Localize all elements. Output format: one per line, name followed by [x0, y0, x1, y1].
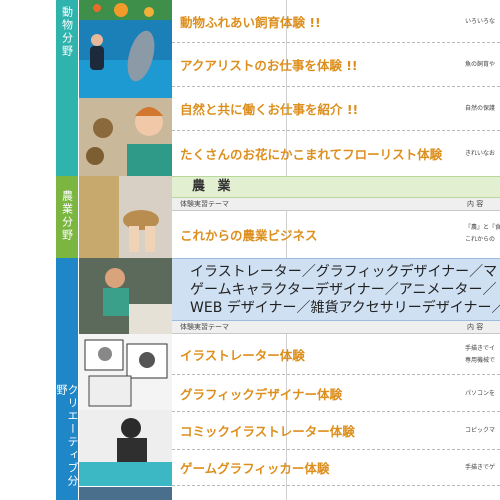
column-header-theme: 体験実習テーマ: [180, 200, 229, 208]
category-bar-creative: クリエーティブ分野: [55, 258, 79, 500]
experience-content: 自然の保護: [465, 105, 496, 112]
experience-content: 『農』と『食: [465, 224, 500, 231]
table-row: グラフィックデザイナー体験 パソコンを: [172, 375, 500, 412]
table-row: 自然と共に働くお仕事を紹介 !! 自然の保護: [172, 87, 500, 131]
experience-content: 手描きでゲ: [465, 464, 496, 471]
category-label-creative: クリエーティブ分野: [55, 384, 79, 488]
section-title-agriculture: 農 業: [172, 176, 500, 198]
experience-content: きれいなお: [465, 150, 496, 157]
column-header-creative: 体験実習テーマ 内 容: [172, 321, 500, 334]
experience-theme: 動物ふれあい飼育体験 !!: [180, 14, 321, 30]
experience-theme: グラフィックデザイナー体験: [180, 386, 343, 402]
table-row: たくさんのお花にかこまれてフローリスト体験 きれいなお: [172, 131, 500, 176]
column-header-content: 内 容: [467, 323, 484, 331]
experience-theme: ゲームグラフィッカー体験: [180, 461, 330, 476]
category-label-animal: 動物分野: [60, 6, 74, 58]
experience-content-line2: 専用機械で: [465, 357, 496, 364]
creative-jobs-line: イラストレーター／グラフィックデザイナー／マ: [190, 264, 498, 280]
category-label-agriculture: 農業分野: [60, 190, 74, 242]
experience-theme: アクアリストのお仕事を体験 !!: [180, 58, 358, 73]
table-row: これからの農業ビジネス 『農』と『食 これからの: [172, 211, 500, 258]
photo-illustrator: [79, 410, 172, 486]
photo-flowers: [79, 0, 172, 20]
experience-theme: これからの農業ビジネス: [180, 228, 318, 243]
experience-theme: たくさんのお花にかこまれてフローリスト体験: [180, 147, 443, 162]
experience-content: コピックマ: [465, 427, 496, 434]
table-row: アクアリストのお仕事を体験 !! 魚の飼育や: [172, 43, 500, 87]
experience-content-line2: これからの: [465, 236, 496, 243]
experience-theme: コミックイラストレーター体験: [180, 424, 355, 439]
photo-bottom: [79, 486, 172, 500]
column-header-content: 内 容: [467, 200, 484, 208]
category-bar-agriculture: 農業分野: [56, 176, 78, 258]
photo-monkeys: [79, 98, 172, 176]
table-row: 動物ふれあい飼育体験 !! いろいろな: [172, 0, 500, 43]
experience-theme: イラストレーター体験: [180, 347, 305, 363]
experience-theme: 自然と共に働くお仕事を紹介 !!: [180, 102, 359, 117]
photo-artist-desk: [79, 258, 172, 334]
column-header-agriculture: 体験実習テーマ 内 容: [172, 198, 500, 211]
creative-jobs-line: ゲームキャラクターデザイナー／アニメーター／: [190, 282, 497, 298]
section-title-creative: イラストレーター／グラフィックデザイナー／マ ゲームキャラクターデザイナー／アニ…: [172, 258, 500, 321]
creative-jobs-line: WEB デザイナー／雑貨アクセサリーデザイナー／: [190, 300, 500, 316]
table-row: コミックイラストレーター体験 コピックマ: [172, 412, 500, 450]
photo-dolphin: [79, 20, 172, 98]
experience-content: 手描きでイ: [465, 345, 496, 352]
left-margin: [0, 0, 56, 500]
column-header-theme: 体験実習テーマ: [180, 323, 229, 331]
experience-content: 魚の飼育や: [465, 61, 496, 68]
experience-content: いろいろな: [465, 17, 496, 25]
experience-content: パソコンを: [465, 389, 496, 397]
category-bar-animal: 動物分野: [56, 0, 78, 176]
table-row: ゲームグラフィッカー体験 手描きでゲ: [172, 450, 500, 486]
photo-manga-sketches: [79, 334, 172, 410]
table-row: イラストレーター体験 手描きでイ 専用機械で: [172, 334, 500, 375]
photo-grain-hands: [79, 176, 172, 258]
